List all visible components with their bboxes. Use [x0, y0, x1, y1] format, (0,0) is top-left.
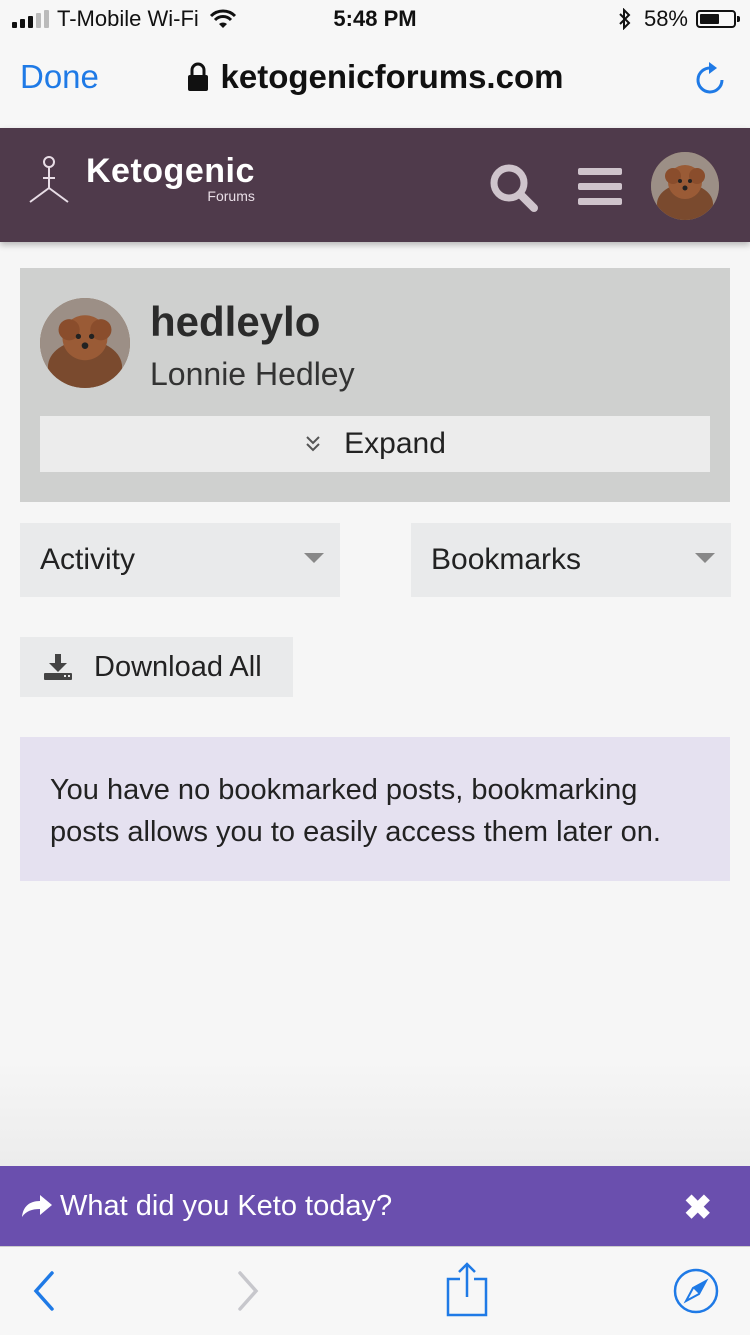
bluetooth-icon [619, 8, 631, 30]
reload-icon[interactable] [694, 60, 728, 98]
logo-icon [29, 156, 69, 203]
compass-icon[interactable] [672, 1267, 720, 1315]
expand-button[interactable]: Expand [40, 416, 710, 472]
download-icon [44, 654, 72, 680]
profile-avatar-image [40, 298, 130, 388]
search-icon[interactable] [488, 162, 540, 214]
chevron-double-down-icon [306, 436, 320, 452]
profile-username: hedleylo [150, 298, 321, 345]
back-icon[interactable] [30, 1269, 56, 1313]
activity-select-value: Activity [40, 543, 136, 576]
logo-text: Ketogenic Forums [86, 154, 255, 204]
profile-card: hedleylo Lonnie Hedley Expand [20, 268, 730, 502]
forward-icon[interactable] [236, 1269, 262, 1313]
address-bar[interactable]: ketogenicforums.com [0, 58, 750, 96]
profile-full-name: Lonnie Hedley [150, 356, 355, 392]
lock-icon [187, 62, 208, 91]
bookmarks-select-value: Bookmarks [431, 543, 582, 576]
avatar[interactable] [651, 152, 719, 220]
status-bar: T-Mobile Wi-Fi 5:48 PM 58% [0, 0, 750, 40]
download-all-label: Download All [94, 650, 262, 683]
browser-toolbar [0, 1246, 750, 1335]
caret-down-icon [695, 553, 715, 563]
avatar-image [651, 152, 719, 220]
caret-down-icon [304, 553, 324, 563]
expand-label: Expand [344, 427, 446, 460]
browser-bar: Done ketogenicforums.com [0, 40, 750, 128]
empty-bookmarks-notice: You have no bookmarked posts, bookmarkin… [20, 737, 730, 881]
site-logo[interactable]: Ketogenic Forums [26, 154, 255, 210]
battery-icon [696, 10, 740, 28]
activity-select[interactable]: Activity [20, 523, 340, 597]
share-icon[interactable] [446, 1261, 488, 1317]
promo-bar[interactable]: What did you Keto today? ✖ [0, 1166, 750, 1246]
site-header: Ketogenic Forums [0, 128, 750, 242]
promo-text: What did you Keto today? [60, 1189, 393, 1222]
logo-title: Ketogenic [86, 152, 255, 190]
menu-icon[interactable] [578, 168, 622, 206]
page-fade [0, 1060, 750, 1166]
bookmarks-select[interactable]: Bookmarks [411, 523, 731, 597]
close-icon[interactable]: ✖ [684, 1188, 713, 1228]
logo-subtitle: Forums [207, 188, 255, 204]
profile-avatar[interactable] [40, 298, 130, 388]
download-all-button[interactable]: Download All [20, 637, 293, 697]
battery-percent: 58% [643, 6, 688, 31]
share-arrow-icon [22, 1195, 52, 1217]
url-text: ketogenicforums.com [220, 58, 564, 95]
status-right: 58% [618, 6, 740, 32]
